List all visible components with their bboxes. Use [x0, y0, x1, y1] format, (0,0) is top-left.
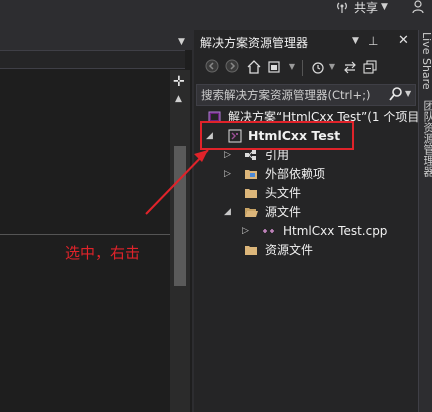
- tree-item-header-files[interactable]: 头文件: [200, 184, 418, 202]
- editor-divider: [0, 234, 170, 235]
- toolbar-separator: [302, 60, 303, 76]
- tree-item-label: 资源文件: [265, 243, 314, 257]
- folder-open-icon: [244, 205, 258, 219]
- tree-item-external-deps[interactable]: ▷ 外部依赖项: [200, 165, 418, 183]
- close-icon[interactable]: ✕: [398, 33, 409, 48]
- editor-tab-bar: [0, 34, 192, 50]
- tree-item-source-files[interactable]: ◢ 源文件: [200, 203, 418, 221]
- right-tab-strip: Live Share 团队资源管理器: [418, 30, 432, 412]
- solution-explorer-toolbar: ▼ ▼: [196, 56, 416, 80]
- split-plus-icon[interactable]: ✛: [173, 74, 185, 90]
- solution-explorer-titlebar: 解决方案资源管理器 ▼ ⊥ ✕: [196, 33, 416, 50]
- references-icon: [244, 148, 258, 162]
- home-icon[interactable]: [246, 59, 262, 75]
- cpp-file-icon: [262, 224, 276, 238]
- highlight-box: [200, 121, 354, 150]
- tree-item-label: HtmlCxx Test.cpp: [283, 224, 388, 238]
- tree-item-resource-files[interactable]: 资源文件: [200, 241, 418, 259]
- scroll-up-icon[interactable]: ▲: [175, 94, 182, 104]
- collapse-all-icon[interactable]: [362, 59, 378, 75]
- tree-item-cpp-file[interactable]: ▷ HtmlCxx Test.cpp: [200, 222, 418, 240]
- solution-search-box[interactable]: 搜索解决方案资源管理器(Ctrl+;) ▼: [196, 84, 416, 106]
- collapse-arrow-icon[interactable]: ◢: [224, 203, 234, 221]
- expand-arrow-icon[interactable]: ▷: [224, 165, 234, 183]
- refresh-icon[interactable]: [342, 59, 358, 75]
- forward-icon[interactable]: [224, 59, 240, 75]
- account-icon[interactable]: [412, 0, 428, 14]
- folder-icon: [244, 243, 258, 257]
- tab-team-explorer[interactable]: 团队资源管理器: [420, 100, 432, 177]
- annotation-text: 选中，右击: [65, 244, 141, 262]
- window-position-icon[interactable]: ▼: [352, 36, 359, 46]
- share-button[interactable]: 共享: [354, 0, 378, 16]
- tab-live-share[interactable]: Live Share: [420, 32, 432, 90]
- tree-item-label: 源文件: [265, 205, 302, 219]
- editor-navigation-bar[interactable]: [0, 50, 185, 69]
- annotation-arrow: [145, 149, 209, 215]
- folder-icon: [244, 186, 258, 200]
- external-deps-icon: [244, 167, 258, 181]
- search-icon[interactable]: [389, 86, 403, 102]
- filter-dropdown-icon[interactable]: ▼: [324, 59, 340, 75]
- search-options-dropdown-icon[interactable]: ▼: [405, 89, 411, 98]
- sync-view-icon[interactable]: [266, 59, 282, 75]
- search-input-placeholder[interactable]: 搜索解决方案资源管理器(Ctrl+;): [201, 87, 370, 103]
- tree-item-label: 头文件: [265, 186, 302, 200]
- tree-item-label: 外部依赖项: [265, 167, 326, 181]
- switch-views-dropdown-icon[interactable]: ▼: [284, 59, 300, 75]
- broadcast-icon[interactable]: [335, 0, 349, 14]
- solution-explorer-title: 解决方案资源管理器: [200, 36, 309, 50]
- pin-icon[interactable]: ⊥: [368, 34, 378, 48]
- expand-arrow-icon[interactable]: ▷: [242, 222, 252, 240]
- tab-dropdown-icon[interactable]: ▼: [178, 37, 185, 47]
- chevron-down-icon[interactable]: ▼: [381, 2, 388, 12]
- back-icon[interactable]: [204, 59, 220, 75]
